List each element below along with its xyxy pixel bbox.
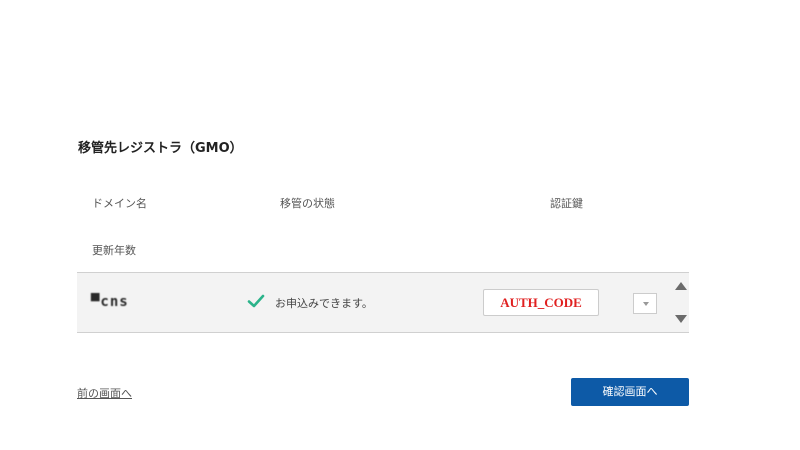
column-header-domain: ドメイン名 [92,197,147,210]
transfer-page: 移管先レジストラ（GMO） ドメイン名 移管の状態 認証鍵 更新年数 ▀cns … [0,0,800,450]
column-header-status: 移管の状態 [280,197,335,210]
domain-name: ▀cns [91,294,129,310]
chevron-down-icon [643,302,649,306]
back-link[interactable]: 前の画面へ [77,385,132,401]
renewal-years-select[interactable] [633,293,657,314]
check-icon [247,294,265,308]
confirm-button[interactable]: 確認画面へ [571,378,689,406]
scroll-down-arrow-icon[interactable] [675,315,687,323]
table-row: ▀cns お申込みできます。 AUTH_CODE [77,272,689,333]
status-text: お申込みできます。 [275,297,373,310]
auth-code-input[interactable]: AUTH_CODE [483,289,599,316]
scroll-up-arrow-icon[interactable] [675,282,687,290]
section-title: 移管先レジストラ（GMO） [78,141,243,156]
column-header-auth-code: 認証鍵 [550,197,583,210]
column-header-renewal-years: 更新年数 [92,244,136,257]
